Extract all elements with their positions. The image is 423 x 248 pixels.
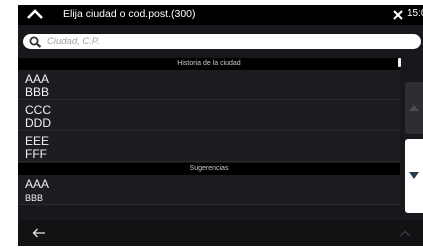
list-item-line1: AAA	[25, 177, 50, 191]
back-button[interactable]	[18, 220, 58, 246]
triangle-down-icon	[409, 172, 419, 179]
chevron-up-icon	[27, 9, 43, 19]
title-bar: Elija ciudad o cod.post.(300) 15:02	[18, 5, 423, 25]
list-item[interactable]: AAA BBB	[18, 70, 400, 100]
list-item-line2: BBB	[25, 85, 50, 99]
up-button[interactable]	[20, 5, 56, 25]
bottom-bar	[18, 220, 423, 246]
list-item-line2: FFF	[25, 147, 47, 161]
list-item[interactable]: CCC DDD	[18, 101, 400, 131]
section-header-history: Historia de la ciudad	[18, 58, 400, 70]
triangle-up-icon	[409, 105, 419, 111]
bottom-up-button[interactable]	[388, 220, 423, 246]
satellite-off-icon	[393, 10, 403, 20]
list-item-line2: BBB	[25, 193, 44, 203]
search-input[interactable]	[47, 34, 407, 49]
scroll-up-button[interactable]	[405, 82, 423, 134]
search-icon	[29, 36, 42, 48]
chevron-up-icon	[399, 230, 411, 237]
arrow-left-icon	[32, 228, 45, 238]
main-panel: Historia de la ciudad AAA BBB CCC DDD EE…	[18, 25, 423, 246]
list-item-line1: AAA	[25, 72, 50, 86]
section-header-suggestions: Sugerencias	[18, 163, 400, 175]
page-title: Elija ciudad o cod.post.(300)	[63, 8, 196, 20]
scroll-down-button[interactable]	[405, 139, 423, 213]
clock: 15:02	[407, 8, 423, 19]
scrollbar-thumb[interactable]	[398, 58, 401, 67]
list-item-line1: EEE	[25, 134, 50, 148]
list-item-line2: DDD	[25, 116, 51, 130]
list-item[interactable]: AAA BBB	[18, 175, 400, 205]
screen: Elija ciudad o cod.post.(300) 15:02 Hist…	[0, 0, 423, 246]
list-item-line1: CCC	[25, 103, 51, 117]
list-item[interactable]: EEE FFF	[18, 132, 400, 162]
search-field[interactable]	[23, 34, 421, 49]
